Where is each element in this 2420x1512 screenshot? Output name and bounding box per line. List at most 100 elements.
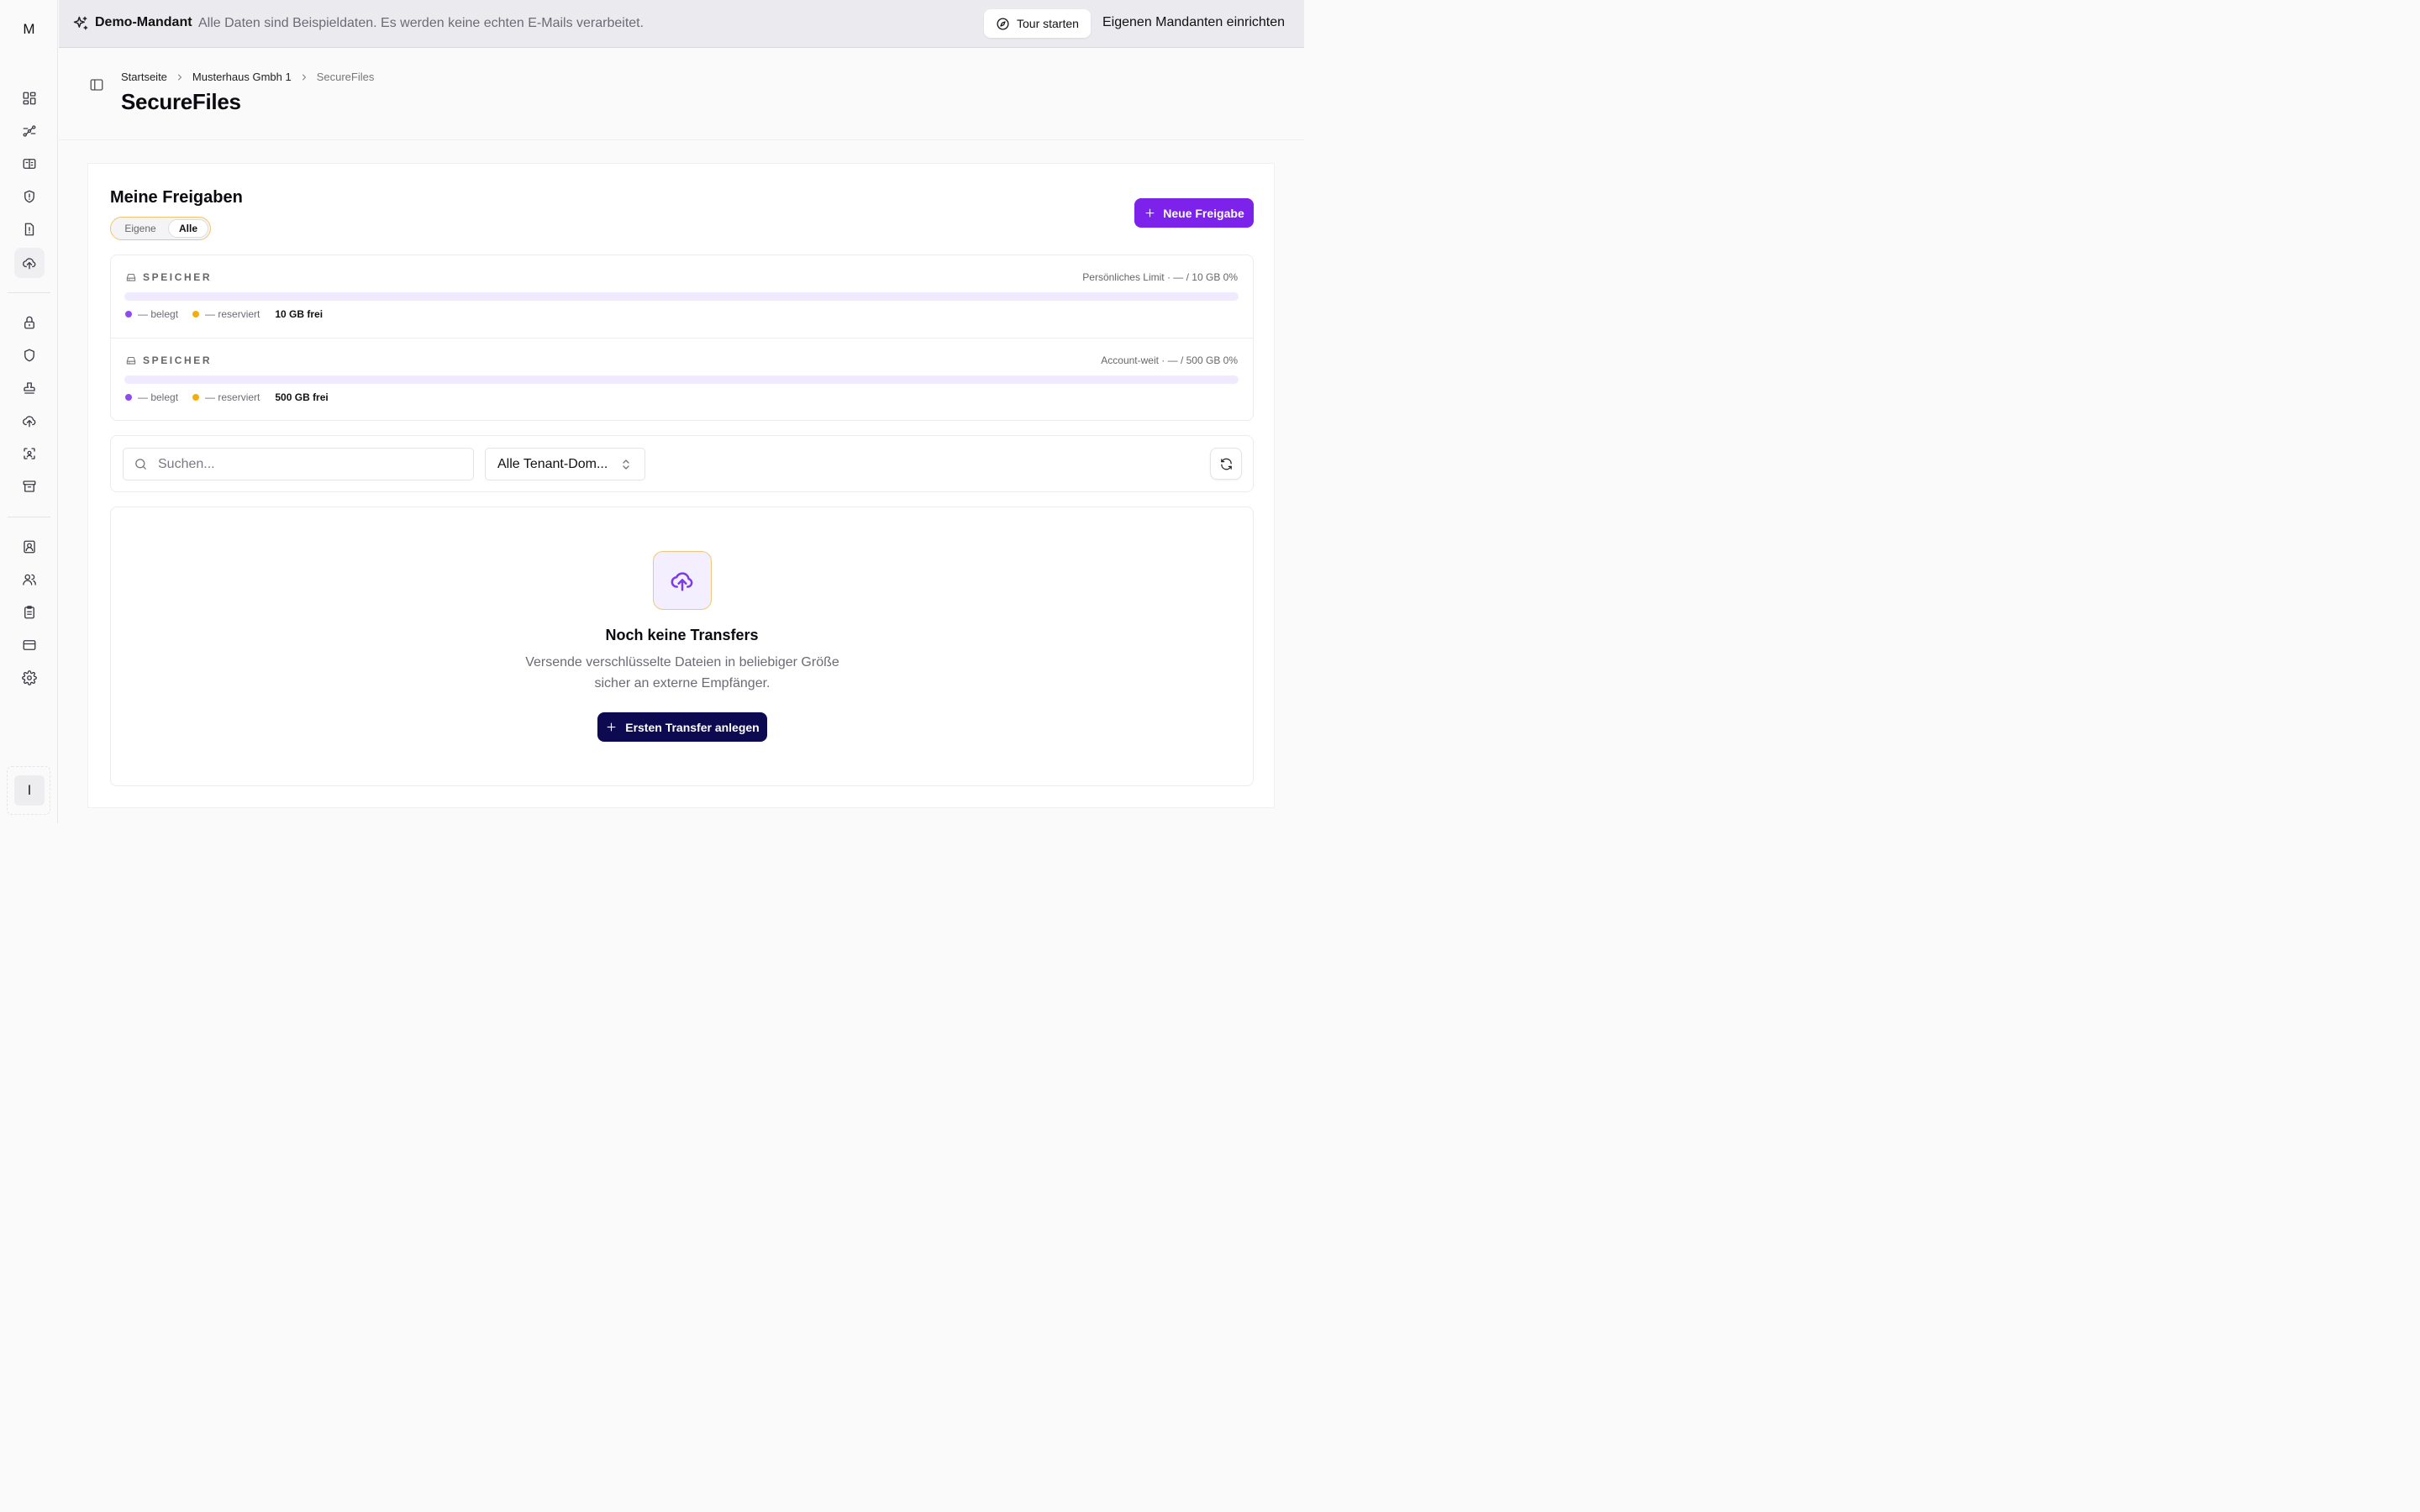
sidebar-item-archive[interactable] (14, 471, 45, 501)
sidebar-item-securefiles[interactable] (14, 248, 45, 278)
storage-label: SPEICHER (143, 354, 213, 366)
scrollbar-track[interactable] (1304, 0, 1318, 823)
storage-legend: — belegt — reserviert 500 GB frei (125, 391, 329, 403)
chevrons-up-down-icon (621, 459, 631, 470)
chevron-right-icon (175, 72, 185, 82)
tenant-domain-select[interactable]: Alle Tenant-Dom... (485, 448, 645, 480)
sidebar-item-security-alerts[interactable] (14, 181, 45, 212)
credit-card-icon (22, 638, 37, 653)
refresh-icon (1219, 457, 1234, 471)
create-first-transfer-button[interactable]: Ersten Transfer anlegen (597, 712, 767, 742)
search-icon (134, 457, 148, 471)
sidebar-item-routing[interactable] (14, 116, 45, 146)
header-divider (59, 139, 1304, 140)
free-text: 500 GB frei (275, 391, 329, 403)
hard-drive-icon (125, 271, 137, 283)
tenant-logo[interactable]: M (18, 18, 40, 40)
tenant-domain-value: Alle Tenant-Dom... (497, 456, 608, 471)
search-input[interactable] (158, 456, 469, 472)
empty-state-description: Versende verschlüsselte Dateien in belie… (525, 655, 839, 690)
sidebar: M I (0, 0, 58, 823)
sidebar-item-encryption[interactable] (14, 307, 45, 338)
banner-text: Alle Daten sind Beispieldaten. Es werden… (198, 16, 644, 30)
own-tenant-link[interactable]: Eigenen Mandanten einrichten (1102, 15, 1285, 30)
refresh-button[interactable] (1210, 448, 1242, 480)
shares-card: Meine Freigaben Eigene Alle Neue Freigab… (87, 163, 1275, 808)
route-icon (22, 123, 37, 139)
section-title: Meine Freigaben (110, 188, 243, 207)
avatar[interactable]: I (14, 775, 45, 806)
sidebar-item-settings[interactable] (14, 663, 45, 693)
sidebar-divider (8, 292, 50, 293)
storage-progress-bar (124, 375, 1239, 384)
storage-limit: Account-weit · — / 500 GB 0% (1101, 354, 1238, 366)
scan-icon (22, 446, 37, 461)
create-first-transfer-label: Ersten Transfer anlegen (625, 720, 760, 734)
used-dot (125, 311, 132, 318)
new-share-button[interactable]: Neue Freigabe (1134, 198, 1254, 228)
demo-banner: Demo-Mandant Alle Daten sind Beispieldat… (59, 0, 1304, 48)
storage-account: SPEICHER Account-weit · — / 500 GB 0% — … (111, 338, 1253, 420)
tour-start-button[interactable]: Tour starten (984, 9, 1091, 38)
ownership-filter: Eigene Alle (110, 217, 211, 240)
empty-state-title: Noch keine Transfers (605, 627, 759, 643)
lock-icon (22, 315, 37, 330)
sidebar-item-dashboard[interactable] (14, 83, 45, 113)
contact-icon (22, 539, 37, 554)
file-alert-icon (22, 222, 37, 237)
clipboard-icon (22, 605, 37, 620)
sidebar-toggle-icon[interactable] (89, 77, 104, 92)
new-share-label: Neue Freigabe (1163, 206, 1244, 220)
sidebar-item-protection[interactable] (14, 340, 45, 370)
tour-start-label: Tour starten (1017, 17, 1079, 30)
banner-title: Demo-Mandant (95, 15, 192, 29)
chevron-right-icon (299, 72, 309, 82)
storage-progress-bar (124, 292, 1239, 301)
grid-icon (22, 91, 37, 106)
reserved-text: — reserviert (205, 308, 260, 320)
reserved-dot (192, 311, 200, 318)
ticket-icon (22, 156, 37, 171)
filter-bar: Alle Tenant-Dom... (110, 435, 1254, 492)
search-field[interactable] (123, 448, 474, 480)
page-title: SecureFiles (121, 89, 241, 114)
storage-heading: SPEICHER (125, 271, 212, 283)
archive-icon (22, 479, 37, 494)
plus-icon (1144, 207, 1156, 219)
plus-icon (605, 721, 618, 733)
sidebar-item-billing[interactable] (14, 630, 45, 660)
sparkles-icon (72, 15, 89, 32)
used-dot (125, 394, 132, 401)
users-icon (22, 572, 37, 587)
shield-alert-icon (22, 189, 37, 204)
filter-all-option[interactable]: Alle (168, 219, 208, 238)
used-text: — belegt (138, 391, 179, 403)
storage-legend: — belegt — reserviert 10 GB frei (125, 308, 323, 320)
gear-icon (22, 670, 37, 685)
sidebar-item-contacts[interactable] (14, 532, 45, 562)
sidebar-item-users[interactable] (14, 564, 45, 595)
user-menu: I (7, 766, 50, 815)
breadcrumb-tenant[interactable]: Musterhaus Gmbh 1 (192, 71, 292, 83)
free-text: 10 GB frei (275, 308, 324, 320)
breadcrumb-home[interactable]: Startseite (121, 71, 167, 83)
storage-label: SPEICHER (143, 271, 213, 283)
sidebar-item-tasks[interactable] (14, 597, 45, 627)
cloud-upload-icon (22, 255, 37, 270)
storage-limit: Persönliches Limit · — / 10 GB 0% (1082, 271, 1238, 283)
shield-icon (22, 348, 37, 363)
sidebar-item-signature[interactable] (14, 373, 45, 403)
breadcrumb-current: SecureFiles (316, 71, 375, 83)
filter-own-option[interactable]: Eigene (113, 219, 168, 238)
sidebar-item-tickets[interactable] (14, 149, 45, 179)
sidebar-item-reports[interactable] (14, 214, 45, 244)
compass-icon (996, 17, 1010, 31)
sidebar-item-scan[interactable] (14, 438, 45, 469)
storage-panel: SPEICHER Persönliches Limit · — / 10 GB … (110, 255, 1254, 421)
reserved-dot (192, 394, 200, 401)
breadcrumb: Startseite Musterhaus Gmbh 1 SecureFiles (121, 71, 374, 83)
empty-state: Noch keine Transfers Versende verschlüss… (110, 507, 1254, 786)
cloud-upload-icon (653, 551, 712, 610)
sidebar-item-upload[interactable] (14, 406, 45, 436)
used-text: — belegt (138, 308, 179, 320)
